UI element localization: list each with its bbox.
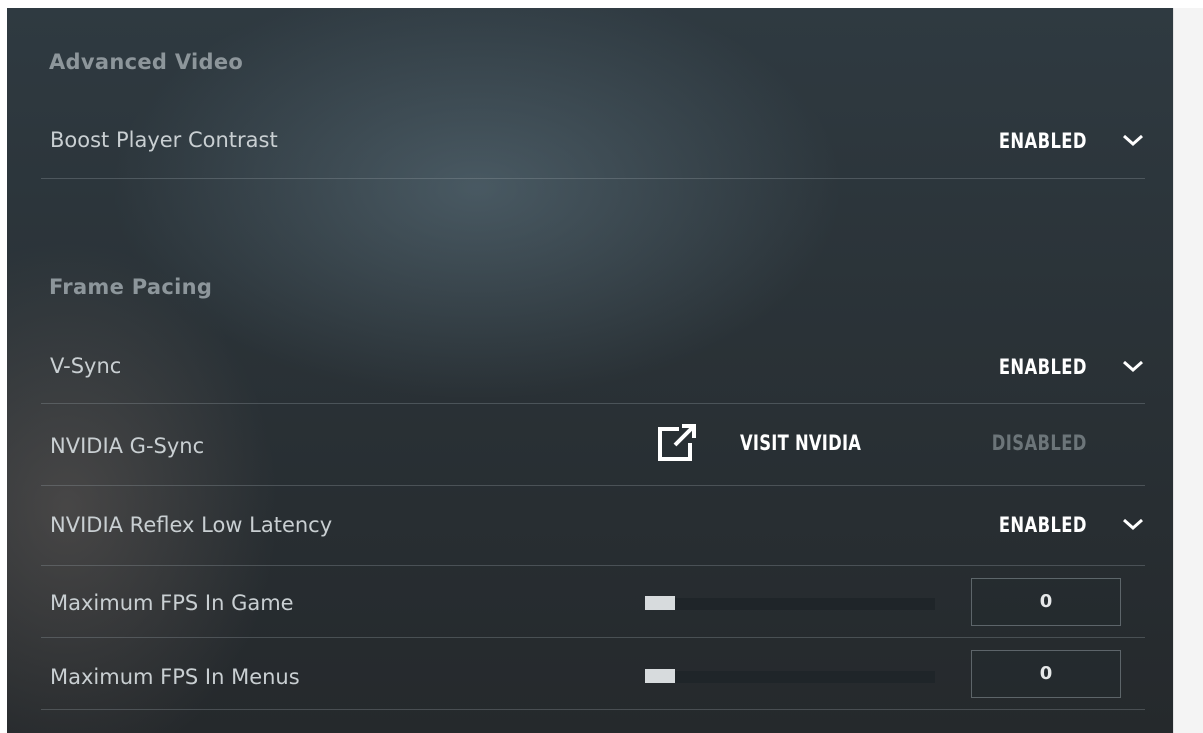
boost-player-contrast-dropdown[interactable]: ENABLED [965,122,1145,162]
setting-label: NVIDIA G-Sync [50,434,205,458]
divider [41,178,1145,179]
setting-row-nvidia-reflex: NVIDIA Reflex Low Latency ENABLED [41,486,1145,566]
setting-label: Maximum FPS In Menus [50,665,300,689]
dropdown-value: ENABLED [998,355,1087,379]
gsync-disabled-value: DISABLED [991,431,1087,455]
slider-track [645,671,935,683]
nvidia-reflex-dropdown[interactable]: ENABLED [965,506,1145,546]
max-fps-game-input[interactable]: 0 [971,578,1121,626]
chevron-down-icon [1123,360,1143,373]
visit-nvidia-button[interactable]: VISIT NVIDIA [657,423,907,463]
chevron-down-icon [1123,518,1143,531]
scrollbar[interactable] [1173,8,1203,733]
max-fps-menus-input[interactable]: 0 [971,650,1121,698]
visit-nvidia-label: VISIT NVIDIA [740,431,862,455]
max-fps-menus-slider[interactable] [645,664,935,688]
dropdown-value: ENABLED [998,513,1087,537]
setting-row-nvidia-gsync: NVIDIA G-Sync VISIT NVIDIA DISABLED [41,404,1145,486]
max-fps-game-slider[interactable] [645,591,935,615]
setting-row-boost-player-contrast: Boost Player Contrast ENABLED [41,110,1145,179]
dropdown-value: ENABLED [998,129,1087,153]
chevron-down-icon [1123,134,1143,147]
external-link-icon [658,424,696,461]
setting-label: Boost Player Contrast [50,128,278,152]
divider [41,709,1145,710]
setting-row-max-fps-menus: Maximum FPS In Menus 0 [41,638,1145,710]
setting-label: NVIDIA Reflex Low Latency [50,513,333,537]
slider-track [645,598,935,610]
vsync-dropdown[interactable]: ENABLED [965,348,1145,388]
slider-thumb[interactable] [645,669,675,683]
section-title-advanced-video: Advanced Video [49,50,244,74]
settings-panel: Advanced Video Boost Player Contrast ENA… [7,8,1173,733]
setting-label: V-Sync [50,354,122,378]
setting-row-vsync: V-Sync ENABLED [41,332,1145,404]
section-title-frame-pacing: Frame Pacing [49,275,213,299]
setting-row-max-fps-game: Maximum FPS In Game 0 [41,566,1145,638]
setting-label: Maximum FPS In Game [50,591,294,615]
slider-thumb[interactable] [645,596,675,610]
